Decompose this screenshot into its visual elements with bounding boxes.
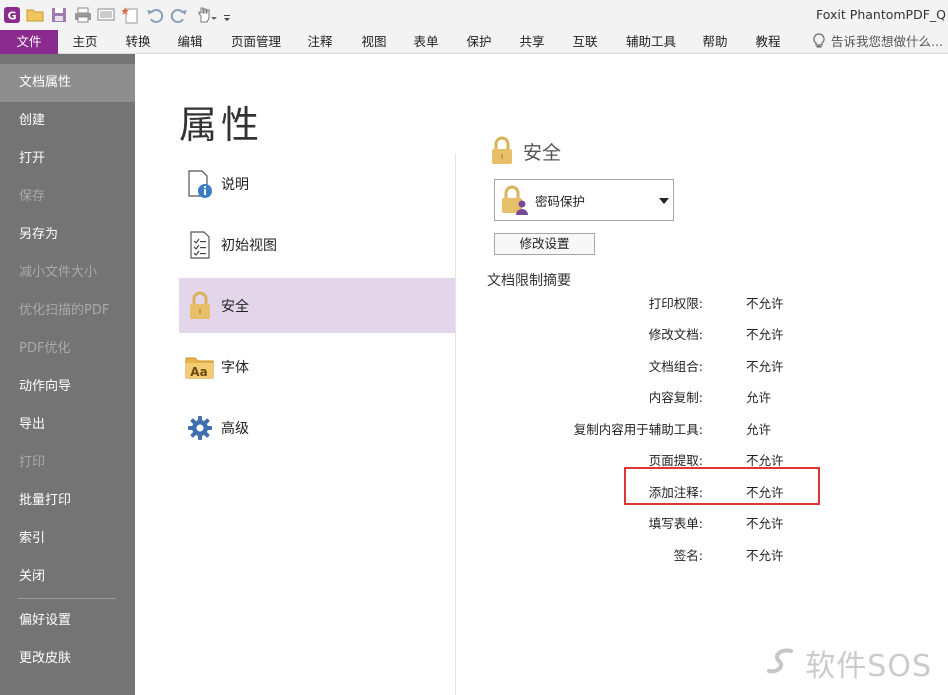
- restriction-summary-title: 文档限制摘要: [487, 273, 571, 289]
- sidebar-item-close[interactable]: 关闭: [0, 558, 135, 596]
- nav-fonts[interactable]: Aa 字体: [179, 339, 455, 394]
- tab-form[interactable]: 表单: [403, 30, 449, 54]
- svg-text:Aa: Aa: [190, 365, 207, 379]
- svg-text:G: G: [7, 10, 16, 23]
- sidebar-item-print: 打印: [19, 455, 46, 470]
- screen-icon[interactable]: [97, 6, 115, 24]
- chevron-down-icon: [659, 198, 669, 204]
- tab-file[interactable]: 文件: [0, 30, 58, 54]
- password-lock-user-icon: [502, 185, 528, 215]
- sidebar-item-reduce-size: 减小文件大小: [19, 265, 98, 280]
- tab-comment[interactable]: 注释: [297, 30, 343, 54]
- print-icon[interactable]: [74, 6, 92, 24]
- sidebar-item-index[interactable]: 索引: [0, 520, 135, 558]
- nav-description-label: 说明: [221, 176, 249, 193]
- sidebar-item-save-as[interactable]: 另存为: [0, 216, 135, 254]
- security-method-select[interactable]: 密码保护: [494, 179, 674, 221]
- page-title: 属性: [179, 103, 264, 147]
- sidebar-item-preferences[interactable]: 偏好设置: [0, 602, 135, 640]
- security-heading: 安全: [489, 136, 561, 166]
- tab-edit[interactable]: 编辑: [167, 30, 213, 54]
- initial-view-checklist-icon: [185, 230, 215, 260]
- sidebar-item-document-properties[interactable]: 文档属性: [0, 64, 135, 102]
- annotation-highlight-box: [624, 467, 820, 505]
- sidebar-item-open[interactable]: 打开: [0, 140, 135, 178]
- restriction-label-print: 打印权限:: [648, 296, 703, 311]
- sidebar-item-pdf-optimize: PDF优化: [19, 341, 71, 356]
- restriction-label-fill-forms: 填写表单:: [648, 516, 703, 531]
- sidebar-item-optimize-scanned: 优化扫描的PDF: [19, 303, 110, 318]
- foxit-logo-icon[interactable]: G: [3, 6, 21, 24]
- customize-toolbar-icon[interactable]: [222, 6, 232, 24]
- restriction-label-modify: 修改文档:: [648, 327, 703, 342]
- sidebar-item-action-wizard[interactable]: 动作向导: [0, 368, 135, 406]
- security-lock-icon: [185, 291, 215, 321]
- security-heading-lock-icon: [492, 136, 512, 164]
- watermark-text: 软件SOS: [805, 649, 932, 684]
- nav-advanced-label: 高级: [221, 420, 249, 437]
- save-icon[interactable]: [50, 6, 68, 24]
- restriction-value-modify: 不允许: [746, 327, 784, 342]
- restriction-label-signing: 签名:: [673, 548, 703, 563]
- nav-security-label: 安全: [221, 298, 249, 315]
- undo-icon[interactable]: [146, 6, 164, 24]
- sidebar-separator: [18, 598, 116, 599]
- sidebar-item-export[interactable]: 导出: [0, 406, 135, 444]
- watermark: 软件SOS: [767, 641, 932, 685]
- tab-home[interactable]: 主页: [62, 30, 108, 54]
- tab-connect[interactable]: 互联: [562, 30, 608, 54]
- tab-view[interactable]: 视图: [351, 30, 397, 54]
- nav-initial-view-label: 初始视图: [221, 237, 277, 254]
- restriction-label-copy-accessibility: 复制内容用于辅助工具:: [573, 422, 703, 437]
- lightbulb-icon: [813, 33, 825, 48]
- nav-advanced[interactable]: 高级: [179, 400, 455, 455]
- redo-icon[interactable]: [170, 6, 188, 24]
- hand-dropdown-icon[interactable]: [210, 6, 218, 24]
- tell-me-search[interactable]: 告诉我您想做什么...: [812, 30, 943, 54]
- sidebar-item-batch-print[interactable]: 批量打印: [0, 482, 135, 520]
- restriction-label-content-copy: 内容复制:: [648, 390, 703, 405]
- tab-page-management[interactable]: 页面管理: [222, 30, 290, 54]
- change-settings-button[interactable]: 修改设置: [494, 233, 595, 255]
- restriction-value-fill-forms: 不允许: [746, 516, 784, 531]
- restriction-label-assembly: 文档组合:: [648, 359, 703, 374]
- tab-share[interactable]: 共享: [509, 30, 555, 54]
- tab-convert[interactable]: 转换: [115, 30, 161, 54]
- description-info-icon: [185, 169, 215, 199]
- tab-help[interactable]: 帮助: [692, 30, 738, 54]
- nav-fonts-label: 字体: [221, 359, 249, 376]
- sidebar-item-change-skin[interactable]: 更改皮肤: [0, 640, 135, 678]
- security-heading-label: 安全: [523, 141, 562, 164]
- tab-accessibility[interactable]: 辅助工具: [617, 30, 685, 54]
- ribbon-tab-bar: 文件 主页 转换 编辑 页面管理 注释 视图 表单 保护 共享 互联 辅助工具 …: [0, 30, 948, 54]
- app-title: Foxit PhantomPDF_Q: [816, 7, 946, 22]
- security-method-value: 密码保护: [535, 193, 586, 209]
- advanced-gear-icon: [185, 413, 215, 443]
- tab-protect[interactable]: 保护: [456, 30, 502, 54]
- tab-tutorial[interactable]: 教程: [745, 30, 791, 54]
- sidebar-item-create[interactable]: 创建: [0, 102, 135, 140]
- restriction-value-content-copy: 允许: [746, 390, 772, 405]
- backstage-sidebar: 文档属性 创建 打开 保存 另存为 减小文件大小 优化扫描的PDF PDF优化 …: [0, 54, 135, 695]
- fonts-folder-icon: Aa: [185, 352, 215, 382]
- properties-panel: 属性 说明 初始视图 安全 Aa 字体 高级 安全 密码保护 修改设置 文档限制…: [135, 54, 948, 695]
- restriction-value-assembly: 不允许: [746, 359, 784, 374]
- restriction-value-copy-accessibility: 允许: [746, 422, 772, 437]
- watermark-logo-icon: [767, 648, 794, 674]
- nav-description[interactable]: 说明: [179, 156, 455, 211]
- open-folder-icon[interactable]: [26, 6, 44, 24]
- tell-me-text: 告诉我您想做什么...: [831, 34, 943, 49]
- nav-security[interactable]: 安全: [179, 278, 455, 333]
- panel-divider: [455, 154, 456, 695]
- restriction-value-print: 不允许: [746, 296, 784, 311]
- restriction-value-signing: 不允许: [746, 548, 784, 563]
- sidebar-item-save: 保存: [19, 189, 46, 204]
- nav-initial-view[interactable]: 初始视图: [179, 217, 455, 272]
- new-document-icon[interactable]: [122, 6, 140, 24]
- title-bar: G Foxit PhantomPDF_Q: [0, 0, 948, 30]
